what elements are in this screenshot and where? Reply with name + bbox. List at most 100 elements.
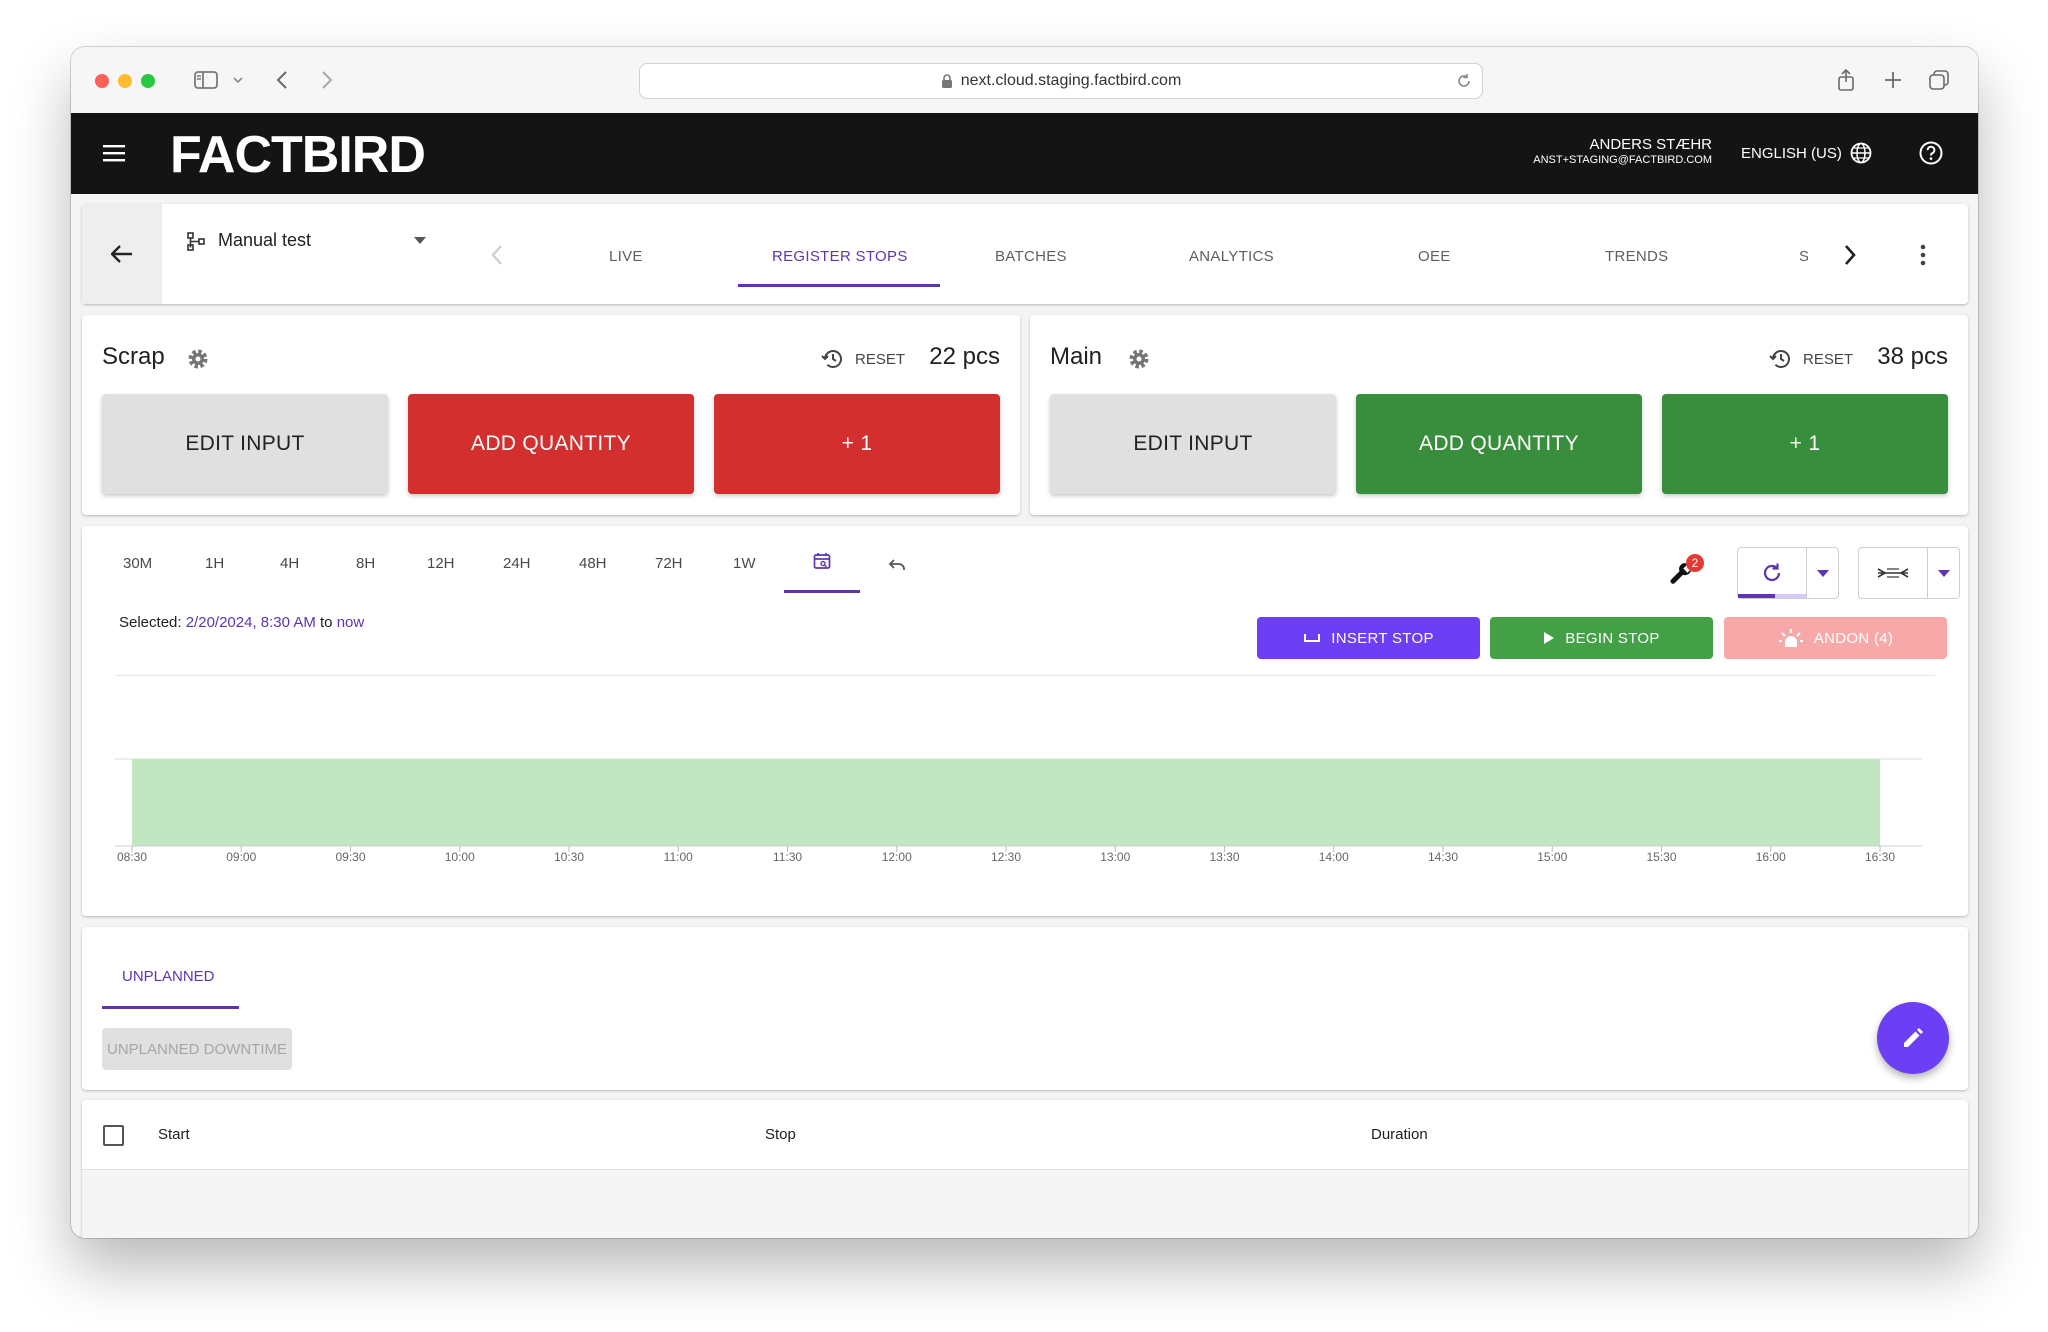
selected-end-link[interactable]: now — [337, 614, 365, 631]
share-icon[interactable] — [1831, 65, 1861, 95]
reset-button[interactable]: RESET — [821, 347, 905, 371]
tab-trends[interactable]: TRENDS — [1605, 248, 1668, 265]
range-1w[interactable]: 1W — [733, 555, 756, 572]
begin-stop-label: BEGIN STOP — [1565, 629, 1660, 647]
main-counter-card: Main RESET 38 pcs EDIT INPUT ADD QUANTIT… — [1030, 315, 1968, 515]
range-4h[interactable]: 4H — [280, 555, 299, 572]
reset-label: RESET — [1803, 350, 1854, 368]
compress-arrows-icon — [1877, 568, 1909, 578]
running-segment[interactable] — [132, 759, 1880, 846]
line-selector-label: Manual test — [218, 230, 312, 250]
tab-overview-icon[interactable] — [1924, 65, 1954, 95]
range-24h[interactable]: 24H — [503, 555, 531, 572]
begin-stop-button[interactable]: BEGIN STOP — [1490, 617, 1713, 659]
add-quantity-button[interactable]: ADD QUANTITY — [1356, 394, 1642, 494]
x-axis-tick-label: 14:00 — [1318, 850, 1349, 864]
range-48h[interactable]: 48H — [579, 555, 607, 572]
arrow-left-icon — [111, 245, 132, 263]
selected-prefix: Selected: — [119, 614, 182, 631]
gear-icon[interactable] — [186, 347, 210, 371]
range-30m[interactable]: 30M — [123, 555, 152, 572]
caret-down-icon — [1817, 569, 1829, 577]
menu-icon[interactable] — [103, 144, 125, 167]
edit-fab[interactable] — [1877, 1002, 1949, 1074]
selected-to: to — [320, 614, 333, 631]
x-axis-tick-label: 13:00 — [1100, 850, 1131, 864]
range-1h[interactable]: 1H — [205, 555, 224, 572]
selected-start-link[interactable]: 2/20/2024, 8:30 AM — [186, 614, 316, 631]
pencil-icon — [1904, 1028, 1923, 1047]
range-72h[interactable]: 72H — [655, 555, 683, 572]
close-window-button[interactable] — [95, 74, 109, 88]
x-axis-tick-label: 15:30 — [1646, 850, 1677, 864]
view-options-button[interactable] — [1927, 548, 1960, 598]
user-name: ANDERS STÆHR — [1589, 136, 1712, 153]
zoom-window-button[interactable] — [141, 74, 155, 88]
back-button[interactable] — [82, 204, 162, 304]
unplanned-downtime-chip[interactable]: UNPLANNED DOWNTIME — [102, 1028, 292, 1070]
insert-stop-label: INSERT STOP — [1331, 629, 1434, 647]
tab-live[interactable]: LIVE — [609, 248, 643, 265]
x-axis-tick-label: 09:00 — [226, 850, 257, 864]
tab-batches[interactable]: BATCHES — [995, 248, 1067, 265]
refresh-options-button[interactable] — [1806, 548, 1839, 598]
range-12h[interactable]: 12H — [427, 555, 455, 572]
factbird-logo[interactable]: FACTBIRD — [170, 125, 426, 185]
chevron-down-icon[interactable] — [223, 65, 253, 95]
calendar-search-icon — [813, 553, 831, 569]
sidebar-toggle-icon[interactable] — [191, 65, 221, 95]
help-icon[interactable] — [1919, 141, 1943, 170]
history-icon — [821, 350, 842, 368]
counter-value: 38 pcs — [1877, 343, 1948, 370]
x-axis-tick-label: 11:30 — [772, 850, 803, 864]
reload-icon[interactable] — [1456, 73, 1472, 89]
custom-range-tab[interactable] — [784, 538, 860, 593]
url-text: next.cloud.staging.factbird.com — [960, 72, 1182, 89]
back-nav-icon[interactable] — [267, 65, 297, 95]
browser-window: next.cloud.staging.factbird.com FACTBIRD… — [71, 47, 1978, 1238]
tab-oee[interactable]: OEE — [1418, 248, 1451, 265]
andon-button[interactable]: ANDON (4) — [1724, 617, 1947, 659]
edit-input-button[interactable]: EDIT INPUT — [1050, 394, 1336, 494]
refresh-button[interactable] — [1738, 548, 1806, 598]
add-quantity-button[interactable]: ADD QUANTITY — [408, 394, 694, 494]
tab-analytics[interactable]: ANALYTICS — [1189, 248, 1274, 265]
tab-overflow[interactable]: S — [1799, 248, 1808, 265]
x-axis-tick-label: 13:30 — [1209, 850, 1240, 864]
edit-input-button[interactable]: EDIT INPUT — [102, 394, 388, 494]
lock-icon — [941, 74, 952, 88]
increment-button[interactable]: + 1 — [714, 394, 1000, 494]
reset-button[interactable]: RESET — [1769, 347, 1853, 371]
play-icon — [1544, 632, 1555, 644]
column-stop[interactable]: Stop — [765, 1126, 796, 1143]
tab-register-stops[interactable]: REGISTER STOPS — [772, 248, 908, 265]
forward-nav-icon[interactable] — [312, 65, 342, 95]
scroll-tabs-right-icon[interactable] — [1844, 244, 1856, 271]
user-info[interactable]: ANDERS STÆHR ANST+STAGING@FACTBIRD.COM — [1533, 137, 1712, 166]
increment-button[interactable]: + 1 — [1662, 394, 1948, 494]
language-selector[interactable]: ENGLISH (US) — [1741, 142, 1872, 164]
app-header: FACTBIRD ANDERS STÆHR ANST+STAGING@FACTB… — [71, 113, 1978, 194]
column-duration[interactable]: Duration — [1371, 1126, 1428, 1143]
line-selector[interactable]: Manual test — [186, 230, 426, 251]
range-8h[interactable]: 8H — [356, 555, 375, 572]
undo-icon[interactable] — [888, 558, 906, 572]
minimize-window-button[interactable] — [118, 74, 132, 88]
insert-stop-button[interactable]: INSERT STOP — [1257, 617, 1480, 659]
address-bar[interactable]: next.cloud.staging.factbird.com — [639, 63, 1483, 99]
timeline-chart[interactable] — [102, 656, 1942, 866]
maintenance-button[interactable]: 2 — [1666, 554, 1706, 590]
x-axis-tick-label: 16:00 — [1755, 850, 1786, 864]
gear-icon[interactable] — [1127, 347, 1151, 371]
column-start[interactable]: Start — [158, 1126, 190, 1143]
scroll-tabs-left-icon[interactable] — [491, 244, 503, 271]
alarm-light-icon — [1778, 629, 1803, 647]
refresh-icon — [1763, 563, 1781, 582]
x-axis-tick-label: 08:30 — [116, 850, 148, 864]
chart-view-button[interactable] — [1859, 548, 1927, 598]
x-axis-tick-label: 15:00 — [1537, 850, 1568, 864]
new-tab-icon[interactable] — [1878, 65, 1908, 95]
select-all-checkbox[interactable] — [103, 1125, 124, 1146]
tab-unplanned[interactable]: UNPLANNED — [122, 968, 215, 985]
more-options-icon[interactable] — [1920, 244, 1926, 271]
